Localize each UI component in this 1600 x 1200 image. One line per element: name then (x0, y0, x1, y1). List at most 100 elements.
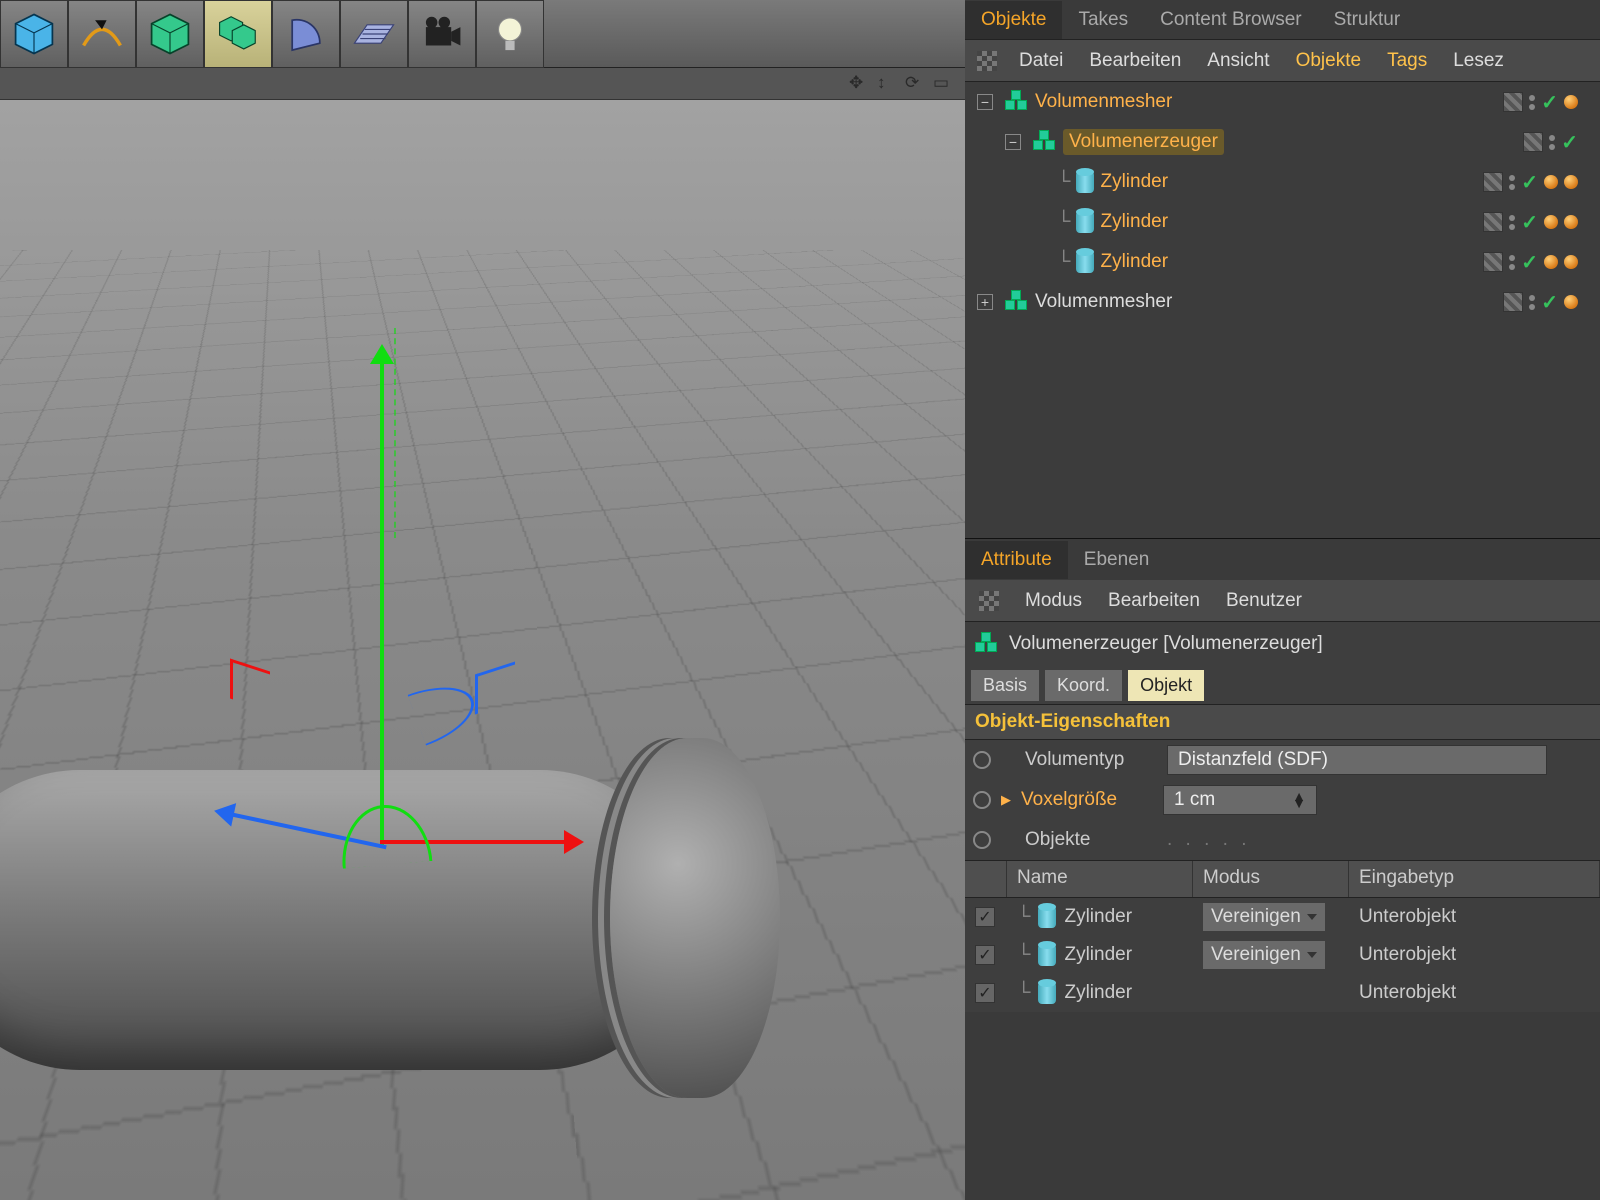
vis-dots[interactable] (1549, 135, 1555, 150)
tool-generator[interactable] (136, 0, 204, 68)
expand-toggle[interactable]: + (977, 294, 993, 310)
vis-dots[interactable] (1529, 295, 1535, 310)
tool-spline[interactable] (68, 0, 136, 68)
tool-camera[interactable] (408, 0, 476, 68)
tree-node[interactable]: − Volumenerzeuger ✓ (965, 122, 1600, 162)
tag-icon[interactable] (1564, 295, 1578, 309)
ptab-basis[interactable]: Basis (971, 670, 1039, 701)
anim-dot[interactable] (973, 791, 991, 809)
tag-icon[interactable] (1544, 255, 1558, 269)
menu-objekte[interactable]: Objekte (1296, 50, 1361, 72)
tool-cube[interactable] (0, 0, 68, 68)
table-row[interactable]: ✓└ZylinderUnterobjekt (965, 974, 1600, 1012)
layer-toggle[interactable] (1503, 292, 1523, 312)
cylinder-icon (1076, 211, 1094, 233)
layer-toggle[interactable] (1483, 252, 1503, 272)
row-check[interactable]: ✓ (975, 983, 995, 1003)
vis-dots[interactable] (1509, 215, 1515, 230)
attribute-tabs: AttributeEbenen (965, 538, 1600, 580)
node-label[interactable]: Volumenmesher (1035, 91, 1172, 113)
menu-datei[interactable]: Datei (1019, 50, 1063, 72)
node-label[interactable]: Zylinder (1100, 251, 1168, 273)
section-header: Objekt-Eigenschaften (965, 704, 1600, 740)
viewport[interactable] (0, 100, 965, 1200)
tag-icon[interactable] (1564, 255, 1578, 269)
tab-objekte[interactable]: Objekte (965, 1, 1062, 39)
enable-check[interactable]: ✓ (1521, 170, 1538, 195)
tab-takes[interactable]: Takes (1062, 1, 1144, 39)
tag-icon[interactable] (1564, 175, 1578, 189)
cylinder-icon (1038, 982, 1056, 1004)
menu-bearbeiten[interactable]: Bearbeiten (1089, 50, 1181, 72)
tree-node[interactable]: └ Zylinder✓ (965, 242, 1600, 282)
grid-icon[interactable] (977, 51, 997, 71)
vis-dots[interactable] (1529, 95, 1535, 110)
expand-icon[interactable]: ▶ (1001, 792, 1011, 808)
ptab-objekt[interactable]: Objekt (1128, 670, 1204, 701)
tag-icon[interactable] (1564, 215, 1578, 229)
move-icon[interactable]: ✥ (849, 73, 871, 95)
vis-dots[interactable] (1509, 175, 1515, 190)
tool-deformer[interactable] (272, 0, 340, 68)
node-label[interactable]: Volumenmesher (1035, 291, 1172, 313)
menu-tags[interactable]: Tags (1387, 50, 1427, 72)
table-row[interactable]: ✓└ZylinderVereinigenUnterobjekt (965, 936, 1600, 974)
tool-floor[interactable] (340, 0, 408, 68)
mode-select[interactable]: Vereinigen (1203, 903, 1325, 931)
enable-check[interactable]: ✓ (1541, 290, 1558, 315)
menu-lesez[interactable]: Lesez (1453, 50, 1504, 72)
transform-gizmo[interactable] (130, 320, 600, 880)
row-check[interactable]: ✓ (975, 907, 995, 927)
table-header: Name (1007, 861, 1193, 897)
tree-node[interactable]: └ Zylinder✓ (965, 162, 1600, 202)
grid-icon[interactable] (979, 591, 999, 611)
tab-attribute[interactable]: Attribute (965, 541, 1068, 579)
tool-light[interactable] (476, 0, 544, 68)
layer-toggle[interactable] (1503, 92, 1523, 112)
row-name: Zylinder (1064, 982, 1132, 1004)
menu-item[interactable]: Modus (1025, 590, 1082, 612)
cylinder-icon (1038, 906, 1056, 928)
menu-ansicht[interactable]: Ansicht (1207, 50, 1269, 72)
volumentyp-select[interactable]: Distanzfeld (SDF) (1167, 745, 1547, 775)
tag-icon[interactable] (1544, 175, 1558, 189)
node-label[interactable]: Zylinder (1100, 211, 1168, 233)
enable-check[interactable]: ✓ (1561, 130, 1578, 155)
tab-content-browser[interactable]: Content Browser (1144, 1, 1318, 39)
table-header (965, 861, 1007, 897)
maximize-icon[interactable]: ▭ (933, 73, 955, 95)
tool-generator-multi[interactable] (204, 0, 272, 68)
rotate-icon[interactable]: ⟳ (905, 73, 927, 95)
expand-toggle[interactable]: − (977, 94, 993, 110)
expand-toggle[interactable]: − (1005, 134, 1021, 150)
voxel-input[interactable]: 1 cm▲▼ (1163, 785, 1317, 815)
menu-item[interactable]: Bearbeiten (1108, 590, 1200, 612)
mode-select[interactable]: Vereinigen (1203, 941, 1325, 969)
layer-toggle[interactable] (1483, 212, 1503, 232)
volume-icon (975, 632, 999, 656)
anim-dot[interactable] (973, 751, 991, 769)
tab-struktur[interactable]: Struktur (1318, 1, 1417, 39)
layer-toggle[interactable] (1483, 172, 1503, 192)
table-row[interactable]: ✓└ZylinderVereinigenUnterobjekt (965, 898, 1600, 936)
tree-node[interactable]: └ Zylinder✓ (965, 202, 1600, 242)
menu-item[interactable]: Benutzer (1226, 590, 1302, 612)
row-name: Zylinder (1064, 906, 1132, 928)
tree-node[interactable]: − Volumenmesher ✓ (965, 82, 1600, 122)
tag-icon[interactable] (1544, 215, 1558, 229)
object-tree[interactable]: −Volumenmesher✓−Volumenerzeuger✓└ Zylind… (965, 82, 1600, 538)
ptab-koord[interactable]: Koord. (1045, 670, 1122, 701)
node-label[interactable]: Volumenerzeuger (1063, 129, 1224, 155)
layer-toggle[interactable] (1523, 132, 1543, 152)
tab-ebenen[interactable]: Ebenen (1068, 541, 1166, 579)
node-label[interactable]: Zylinder (1100, 171, 1168, 193)
tree-node[interactable]: + Volumenmesher ✓ (965, 282, 1600, 322)
anim-dot[interactable] (973, 831, 991, 849)
updown-icon[interactable]: ↕ (877, 73, 899, 95)
enable-check[interactable]: ✓ (1521, 250, 1538, 275)
tag-icon[interactable] (1564, 95, 1578, 109)
enable-check[interactable]: ✓ (1521, 210, 1538, 235)
vis-dots[interactable] (1509, 255, 1515, 270)
row-check[interactable]: ✓ (975, 945, 995, 965)
enable-check[interactable]: ✓ (1541, 90, 1558, 115)
